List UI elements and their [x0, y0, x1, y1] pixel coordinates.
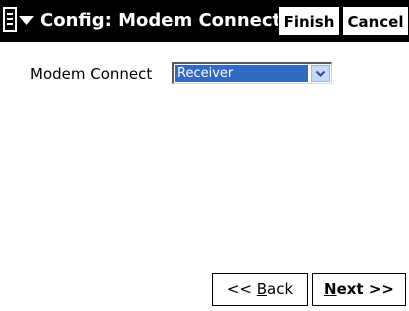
config-screen: Config: Modem Connect Finish Cancel Mode… [0, 0, 409, 311]
back-prefix: << [226, 280, 257, 298]
cancel-button[interactable]: Cancel [342, 6, 409, 36]
modem-connect-label: Modem Connect [30, 65, 153, 83]
back-button[interactable]: << Back [212, 273, 308, 306]
back-label-rest: ack [267, 280, 294, 298]
next-button[interactable]: Next >> [312, 273, 406, 306]
title-bar: Config: Modem Connect Finish Cancel [0, 0, 409, 42]
start-menu-icon[interactable] [2, 5, 36, 37]
modem-connect-dropdown[interactable]: Receiver [172, 62, 332, 84]
next-label-rest: ext >> [336, 280, 394, 298]
back-accelerator: B [256, 280, 268, 298]
modem-connect-selected-value[interactable]: Receiver [175, 65, 308, 82]
chevron-down-icon[interactable] [311, 65, 330, 82]
finish-button[interactable]: Finish [278, 6, 340, 36]
page-title: Config: Modem Connect [40, 10, 282, 31]
next-accelerator: N [324, 280, 337, 298]
